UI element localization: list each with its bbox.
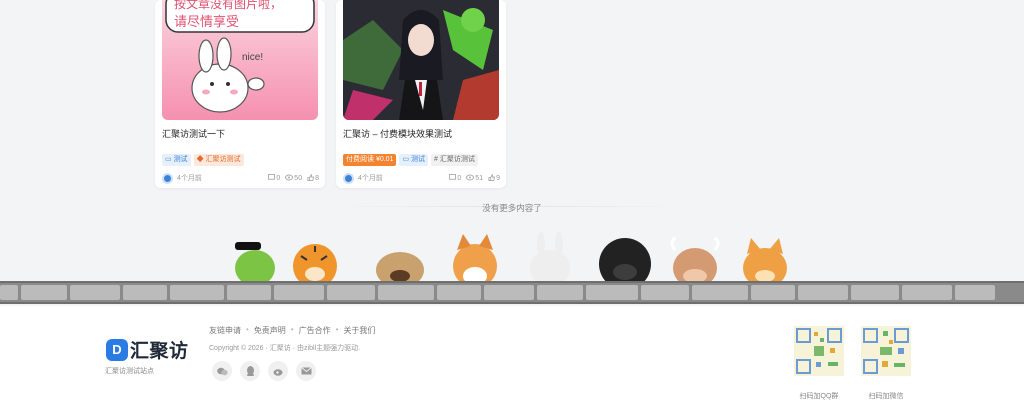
comment-icon	[449, 174, 457, 180]
tag-label: 测试	[411, 156, 426, 163]
tag-label: 汇聚访测试	[439, 156, 475, 163]
qr-code-icon	[794, 326, 844, 376]
avatar[interactable]	[162, 172, 173, 184]
comment-count: 0	[268, 174, 280, 182]
tag-category[interactable]: ▭ 测试	[399, 154, 429, 166]
weibo-icon[interactable]	[268, 361, 288, 381]
post-meta: 4个月前 0 51 9	[343, 172, 500, 184]
qr-label: 扫码加微信	[868, 393, 904, 400]
no-more-text: 没有更多内容了	[482, 203, 542, 213]
logo-icon: D	[106, 338, 128, 361]
post-tags: ▭ 测试 ◆ 汇聚访测试	[162, 154, 244, 166]
tag-category[interactable]: ◆ 汇聚访测试	[193, 154, 244, 166]
thumb-text-1: 按文章没有图片啦，	[174, 0, 282, 11]
link-ad-cooperation[interactable]: 广告合作	[299, 325, 331, 336]
logo-text: 汇聚访	[130, 341, 189, 362]
brick-wall	[0, 281, 1024, 304]
qq-icon[interactable]	[240, 361, 260, 381]
eye-icon	[285, 174, 294, 181]
mail-icon[interactable]	[296, 361, 316, 381]
thumb-up-icon	[488, 172, 496, 181]
tag-category[interactable]: ▭ 测试	[162, 154, 191, 166]
like-count[interactable]: 9	[488, 172, 500, 182]
thumb-up-icon	[307, 172, 315, 181]
comment-icon	[268, 174, 276, 180]
footer-links: 友链申请 • 免责声明 • 广告合作 • 关于我们	[209, 325, 376, 336]
post-tags: 付费阅读 ¥0.01 ▭ 测试 # 汇聚访测试	[343, 154, 478, 166]
tag-label: 汇聚访测试	[205, 156, 241, 163]
like-count[interactable]: 8	[307, 172, 319, 182]
view-count: 50	[285, 174, 302, 182]
tag-keyword[interactable]: # 汇聚访测试	[431, 154, 478, 166]
post-title[interactable]: 汇聚访测试一下	[162, 127, 225, 140]
qr-wechat: 扫码加微信	[860, 326, 912, 401]
wechat-icon[interactable]	[212, 361, 232, 381]
site-description: 汇聚访测试站点	[105, 368, 154, 375]
pay-badge: 付费阅读 ¥0.01	[343, 154, 397, 166]
post-thumbnail[interactable]	[343, 0, 499, 120]
post-time: 4个月前	[358, 175, 383, 182]
link-disclaimer[interactable]: 免责声明	[254, 325, 286, 336]
thumb-text-2: 请尽情享受	[174, 14, 239, 29]
post-card[interactable]: 汇聚访 – 付费模块效果测试 付费阅读 ¥0.01 ▭ 测试 # 汇聚访测试 4…	[336, 0, 506, 188]
post-title[interactable]: 汇聚访 – 付费模块效果测试	[343, 127, 452, 140]
link-about-us[interactable]: 关于我们	[343, 325, 375, 336]
eye-icon	[466, 174, 475, 181]
link-friend-apply[interactable]: 友链申请	[209, 325, 241, 336]
copyright: Copyright © 2026 · 汇聚访 · 由zibll主题强力驱动.	[209, 345, 361, 352]
qr-code-icon	[861, 326, 911, 376]
thumb-speech: nice!	[242, 52, 263, 63]
view-count: 51	[466, 174, 483, 182]
comment-count: 0	[449, 174, 461, 182]
post-time: 4个月前	[177, 175, 202, 182]
post-meta: 4个月前 0 50 8	[162, 172, 319, 184]
social-links	[212, 361, 316, 381]
tag-label: 测试	[173, 156, 188, 163]
post-thumbnail[interactable]: 按文章没有图片啦， 请尽情享受 nice!	[162, 0, 318, 120]
qr-qq-group: 扫码加QQ群	[793, 326, 845, 401]
qr-label: 扫码加QQ群	[799, 393, 839, 400]
site-logo[interactable]: D 汇聚访	[106, 336, 189, 363]
avatar[interactable]	[343, 172, 354, 184]
post-card[interactable]: 按文章没有图片啦， 请尽情享受 nice! 汇聚访测试一下 ▭ 测试 ◆ 汇聚访…	[155, 0, 325, 188]
